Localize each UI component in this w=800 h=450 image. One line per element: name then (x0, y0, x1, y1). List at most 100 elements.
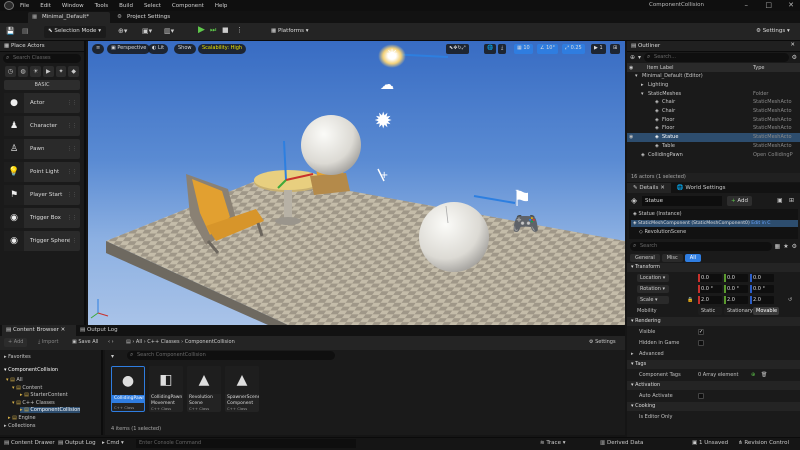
add-element-icon[interactable]: ⊕ (751, 372, 755, 378)
maximize-icon[interactable]: □ (765, 1, 772, 9)
menu-select[interactable]: Select (144, 3, 161, 9)
details-search-input[interactable]: ⌕ Search (630, 242, 772, 251)
settings-button[interactable]: ⚙ Settings ▾ (752, 26, 796, 38)
save-all-button[interactable]: ▣ Save All (72, 339, 98, 345)
outliner-row[interactable]: ◈ Table StaticMeshActo (627, 142, 800, 151)
import-button[interactable]: ⤓ Import (38, 339, 58, 345)
folder-tree-item[interactable]: ▸ ▤ ComponentCollision (20, 407, 81, 413)
actor-item-trigger-sphere[interactable]: ◉ Trigger Sphere ⋮⋮ (4, 231, 80, 251)
menu-build[interactable]: Build (119, 3, 133, 9)
scale-y-field[interactable]: 2.0 (724, 295, 748, 304)
lights-icon[interactable]: ☀ (30, 66, 42, 77)
mobility-movable[interactable]: Movable (753, 306, 779, 315)
folder-tree-item[interactable]: ▸ ▤ StarterContent (20, 392, 68, 398)
add-content-icon[interactable]: ⊕▾ (118, 28, 127, 35)
location-y-field[interactable]: 0.0 (724, 273, 748, 282)
folder-tree-item[interactable]: ▾ ▤ C++ Classes (12, 400, 55, 406)
collections-header[interactable]: ▸ Collections (4, 423, 35, 429)
auto-activate-checkbox[interactable] (698, 392, 704, 399)
filter-all[interactable]: All (684, 254, 701, 262)
location-dropdown[interactable]: Location ▾ (637, 273, 669, 282)
step-icon[interactable]: ⏭ (210, 27, 216, 34)
hidden-in-game-checkbox[interactable] (698, 339, 704, 346)
save-icon[interactable]: 💾 (6, 28, 15, 35)
outliner-row[interactable]: ◈ Chair StaticMeshActo (627, 98, 800, 107)
console-input[interactable]: Enter Console Command (136, 439, 356, 448)
search-classes-input[interactable]: ⌕ Search Classes (3, 54, 81, 63)
world-local-icon[interactable]: 🌐 (484, 44, 497, 54)
lit-button[interactable]: ◐ Lit (148, 44, 169, 54)
outliner-settings-icon[interactable]: ⚙ (792, 54, 797, 61)
level-viewport[interactable]: + ☀ ☁ ✹ ⚑🎮 ≡ ▣ Perspective ◐ Lit Show Sc… (88, 41, 625, 325)
tab-details[interactable]: ✎ Details ✕ (627, 183, 671, 193)
asset-tile[interactable]: ● CollidingPawn C++ Class (111, 366, 145, 412)
sphere-mesh-upper[interactable] (301, 115, 361, 175)
asset-search-input[interactable]: ⌕ Search ComponentCollision (127, 351, 335, 360)
scale-x-field[interactable]: 2.0 (698, 295, 722, 304)
play-icon[interactable]: ▶ (198, 26, 205, 35)
blueprint-icon[interactable]: ▣▾ (142, 28, 152, 35)
cinematic-icon[interactable]: ▶ (43, 66, 54, 77)
browse-icon[interactable]: ▤ (22, 28, 29, 35)
filter-misc[interactable]: Misc (661, 254, 683, 262)
play-options-icon[interactable]: ⋮ (236, 27, 243, 34)
mobility-static[interactable]: Static (698, 306, 722, 315)
crumb-cpp-classes[interactable]: C++ Classes (147, 339, 179, 345)
actor-name-field[interactable]: Statue (642, 196, 722, 206)
minimize-icon[interactable]: – (745, 1, 749, 9)
outliner-row[interactable]: ◈ Statue StaticMeshActo ◉ (627, 132, 800, 142)
asset-tile[interactable]: ▲ SpawnerScene Component C++ Class (225, 366, 259, 412)
geometry-icon[interactable]: ◆ (68, 66, 80, 77)
asset-tile[interactable]: ◧ CollidingPawn Movement C++ Class (149, 366, 183, 412)
reset-arrow-icon[interactable]: ↺ (788, 297, 792, 303)
outliner-row[interactable]: ◈ Floor StaticMeshActo (627, 115, 800, 124)
sun-icon[interactable]: ☀ (378, 44, 406, 68)
outliner-row[interactable]: ▾ StaticMeshes Folder (627, 89, 800, 98)
viewport-layout-icon[interactable]: ⊞ (610, 44, 621, 54)
section-tags[interactable]: ▾ Tags (627, 360, 800, 369)
grid-icon[interactable]: ▦ (775, 243, 781, 250)
rotation-dropdown[interactable]: Rotation ▾ (637, 284, 669, 293)
add-filter-icon[interactable]: ⊕ (630, 54, 635, 61)
surface-snap-icon[interactable]: ⤓ (498, 44, 507, 54)
actor-item-trigger-box[interactable]: ◉ Trigger Box ⋮⋮ (4, 208, 80, 228)
visible-checkbox[interactable]: ✓ (698, 328, 704, 335)
folder-tree-item[interactable]: ▾ ▤ All (6, 377, 23, 383)
outliner-row[interactable]: ◈ Chair StaticMeshActo (627, 107, 800, 116)
add-component-button[interactable]: + Add (727, 196, 753, 206)
basic-icon[interactable]: ◍ (17, 66, 29, 77)
location-z-field[interactable]: 0.0 (750, 273, 774, 282)
folder-tree-item[interactable]: ▸ ▤ Engine (8, 415, 36, 421)
derived-data-button[interactable]: ▥ Derived Data (600, 440, 643, 446)
trace-button[interactable]: ≋ Trace ▾ (540, 440, 565, 446)
tab-content-browser[interactable]: ▤ Content Browser ✕ (2, 325, 76, 336)
visual-effects-icon[interactable]: ✦ (55, 66, 67, 77)
unsaved-button[interactable]: ▣ 1 Unsaved (692, 440, 728, 446)
visibility-eye-icon[interactable]: ◉ (629, 134, 633, 140)
folder-tree-item[interactable]: ▾ ▤ Content (12, 385, 42, 391)
crumb-all[interactable]: All (136, 339, 142, 345)
tab-world-settings[interactable]: 🌐 World Settings (671, 183, 732, 193)
actor-item-actor[interactable]: ● Actor ⋮⋮ (4, 93, 80, 113)
crumb-component-collision[interactable]: ComponentCollision (185, 339, 235, 345)
component-row-static-mesh[interactable]: ◈ StaticMeshComponent (StaticMeshCompone… (631, 220, 798, 227)
asset-tile[interactable]: ▲ Revolution Scene C++ Class (187, 366, 221, 412)
filter-icon[interactable]: ▾ (638, 54, 641, 61)
actor-item-pawn[interactable]: ♙ Pawn ⋮⋮ (4, 139, 80, 159)
menu-component[interactable]: Component (172, 3, 204, 9)
component-row-instance[interactable]: ◈ Statue (Instance) (633, 211, 682, 217)
show-button[interactable]: Show (174, 44, 196, 54)
lock-icon[interactable]: 🔒 (687, 297, 693, 303)
scale-z-field[interactable]: 2.0 (750, 295, 774, 304)
section-transform[interactable]: ▾ Transform (627, 263, 800, 272)
favorites-header[interactable]: ▸ Favorites (4, 354, 31, 360)
section-rendering[interactable]: ▾ Rendering (627, 317, 800, 326)
component-row-scene[interactable]: ◇ RevolutionScene (639, 229, 686, 235)
close-icon[interactable]: ✕ (61, 327, 66, 333)
section-activation[interactable]: ▾ Activation (627, 381, 800, 390)
scene-render[interactable]: + (88, 41, 625, 325)
col-item-label[interactable]: Item Label (647, 65, 673, 71)
grid-snap-value[interactable]: ▦ 10 (514, 44, 533, 54)
edit-in-cpp-link[interactable]: Edit in C (751, 221, 770, 226)
nav-arrows-icon[interactable]: ‹ › (108, 339, 114, 345)
